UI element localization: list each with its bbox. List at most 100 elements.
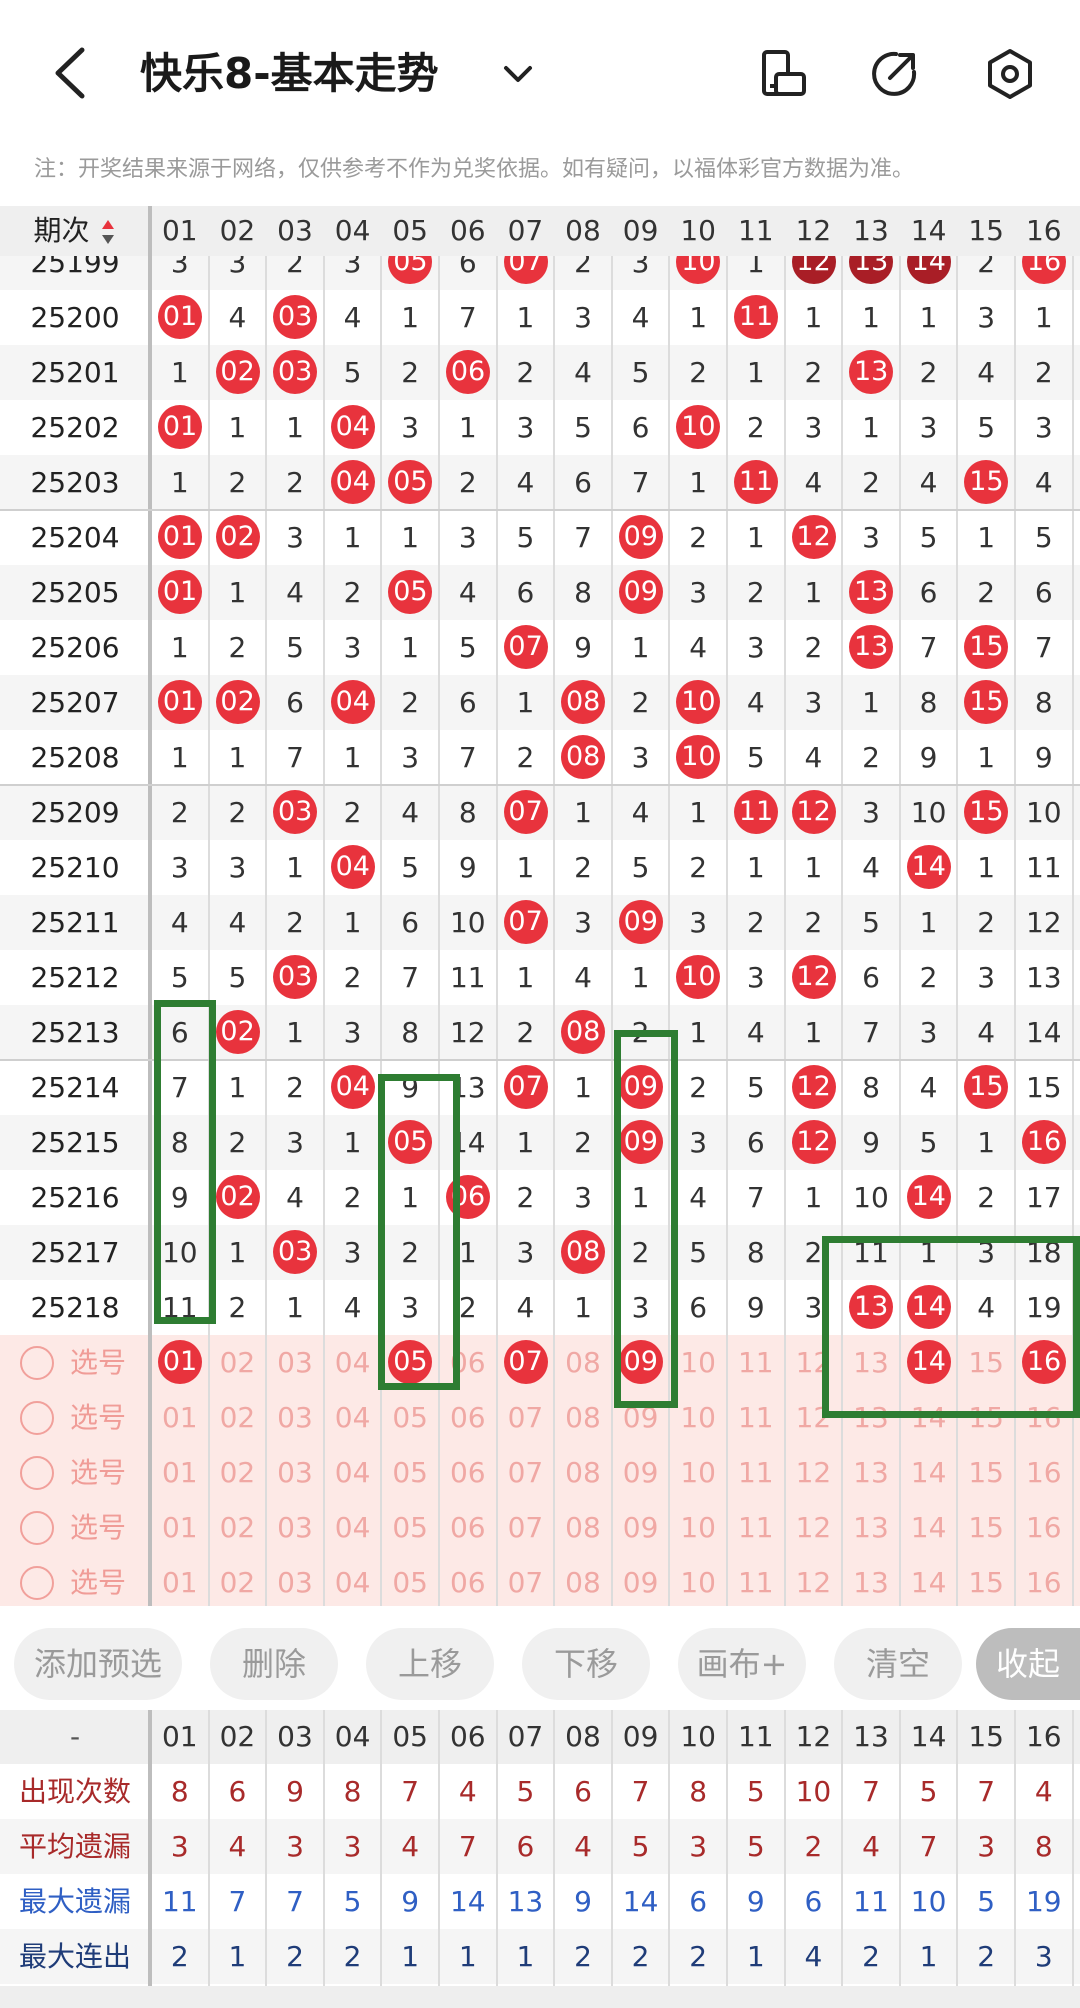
pick-08[interactable]: 08 <box>554 1500 612 1555</box>
drawn-ball[interactable]: 01 <box>158 295 202 339</box>
drawn-ball[interactable]: 02 <box>215 515 260 559</box>
pick-08[interactable]: 08 <box>554 1445 612 1500</box>
selection-toggle[interactable]: 选号 <box>0 1500 150 1555</box>
drawn-ball[interactable]: 01 <box>158 570 202 614</box>
drawn-ball[interactable]: 15 <box>964 460 1009 504</box>
pick-10[interactable]: 10 <box>669 1335 727 1390</box>
drawn-ball[interactable]: 11 <box>734 295 778 339</box>
pick-04[interactable]: 04 <box>324 1555 382 1606</box>
drawn-ball[interactable]: 04 <box>330 845 375 889</box>
pick-16[interactable]: 16 <box>1015 1555 1073 1606</box>
drawn-ball[interactable]: 04 <box>330 680 375 724</box>
pick-12[interactable]: 12 <box>785 1500 843 1555</box>
drawn-ball[interactable]: 14 <box>906 256 951 284</box>
drawn-ball[interactable]: 13 <box>849 256 894 284</box>
pick-16[interactable]: 16 <box>1015 1500 1073 1555</box>
pick-12[interactable]: 12 <box>785 1445 843 1500</box>
drawn-ball[interactable]: 07 <box>503 1065 548 1109</box>
pick-06[interactable]: 06 <box>439 1390 497 1445</box>
pick-02[interactable]: 02 <box>209 1335 267 1390</box>
delete-button[interactable]: 删除 <box>210 1628 338 1700</box>
pick-10[interactable]: 10 <box>669 1500 727 1555</box>
drawn-ball[interactable]: 12 <box>791 256 836 284</box>
drawn-ball[interactable]: 15 <box>964 625 1009 669</box>
pick-14[interactable]: 14 <box>900 1500 958 1555</box>
pick-07[interactable]: 07 <box>497 1500 555 1555</box>
pick-01[interactable]: 01 <box>151 1555 209 1606</box>
drawn-ball[interactable]: 01 <box>158 405 202 449</box>
drawn-ball[interactable]: 14 <box>906 845 951 889</box>
pick-06[interactable]: 06 <box>439 1500 497 1555</box>
pick-10[interactable]: 10 <box>669 1445 727 1500</box>
picked-ball[interactable]: 07 <box>503 1340 548 1384</box>
pick-08[interactable]: 08 <box>554 1555 612 1606</box>
pick-05[interactable]: 05 <box>381 1500 439 1555</box>
drawn-ball[interactable]: 13 <box>849 625 894 669</box>
radio-circle-icon[interactable] <box>20 1456 54 1490</box>
back-button[interactable] <box>46 40 106 106</box>
pick-11[interactable]: 11 <box>727 1335 785 1390</box>
drawn-ball[interactable]: 16 <box>1022 256 1066 284</box>
drawn-ball[interactable]: 09 <box>618 570 663 614</box>
pick-08[interactable]: 08 <box>554 1335 612 1390</box>
drawn-ball[interactable]: 10 <box>676 256 721 284</box>
drawn-ball[interactable]: 05 <box>388 570 433 614</box>
pick-01[interactable]: 01 <box>151 1445 209 1500</box>
drawn-ball[interactable]: 15 <box>964 790 1009 834</box>
drawn-ball[interactable]: 04 <box>330 1065 375 1109</box>
drawn-ball[interactable]: 15 <box>964 680 1009 724</box>
drawn-ball[interactable]: 11 <box>734 790 778 834</box>
pick-03[interactable]: 03 <box>266 1335 324 1390</box>
drawn-ball[interactable]: 08 <box>561 1010 606 1054</box>
drawn-ball[interactable]: 04 <box>330 460 375 504</box>
drawn-ball[interactable]: 03 <box>273 1230 318 1274</box>
drawn-ball[interactable]: 01 <box>158 515 202 559</box>
pick-15[interactable]: 15 <box>957 1500 1015 1555</box>
drawn-ball[interactable]: 05 <box>388 256 433 284</box>
radio-circle-icon[interactable] <box>20 1511 54 1545</box>
selection-toggle[interactable]: 选号 <box>0 1555 150 1606</box>
drawn-ball[interactable]: 08 <box>561 680 606 724</box>
pick-02[interactable]: 02 <box>209 1555 267 1606</box>
drawn-ball[interactable]: 10 <box>676 735 721 779</box>
pick-09[interactable]: 09 <box>612 1445 670 1500</box>
drawn-ball[interactable]: 15 <box>964 1065 1009 1109</box>
radio-circle-icon[interactable] <box>20 1566 54 1600</box>
pick-01[interactable]: 01 <box>151 1500 209 1555</box>
drawn-ball[interactable]: 08 <box>561 1230 606 1274</box>
drawn-ball[interactable]: 11 <box>734 460 778 504</box>
pick-07[interactable]: 07 <box>497 1335 555 1390</box>
drawn-ball[interactable]: 07 <box>503 900 548 944</box>
drawn-ball[interactable]: 12 <box>791 790 836 834</box>
drawn-ball[interactable]: 12 <box>791 1120 836 1164</box>
drawn-ball[interactable]: 13 <box>849 350 894 394</box>
drawn-ball[interactable]: 10 <box>676 955 721 999</box>
add-preselect-button[interactable]: 添加预选 <box>14 1628 182 1700</box>
pick-10[interactable]: 10 <box>669 1390 727 1445</box>
drawn-ball[interactable]: 07 <box>503 256 548 284</box>
drawn-ball[interactable]: 09 <box>618 515 663 559</box>
pick-14[interactable]: 14 <box>900 1445 958 1500</box>
share-button[interactable] <box>866 46 922 102</box>
pick-04[interactable]: 04 <box>324 1390 382 1445</box>
drawn-ball[interactable]: 07 <box>503 790 548 834</box>
pick-02[interactable]: 02 <box>209 1390 267 1445</box>
page-title[interactable]: 快乐8-基本走势 <box>140 44 439 104</box>
period-sort-header[interactable]: 期次 <box>0 206 150 256</box>
drawn-ball[interactable]: 03 <box>273 295 318 339</box>
pick-03[interactable]: 03 <box>266 1555 324 1606</box>
drawn-ball[interactable]: 10 <box>676 680 721 724</box>
selection-toggle[interactable]: 选号 <box>0 1445 150 1500</box>
drawn-ball[interactable]: 04 <box>330 405 375 449</box>
pick-09[interactable]: 09 <box>612 1500 670 1555</box>
drawn-ball[interactable]: 08 <box>561 735 606 779</box>
pick-16[interactable]: 16 <box>1015 1445 1073 1500</box>
pick-05[interactable]: 05 <box>381 1390 439 1445</box>
move-up-button[interactable]: 上移 <box>366 1628 494 1700</box>
pick-01[interactable]: 01 <box>151 1390 209 1445</box>
radio-circle-icon[interactable] <box>20 1346 54 1380</box>
pick-11[interactable]: 11 <box>727 1555 785 1606</box>
radio-circle-icon[interactable] <box>20 1401 54 1435</box>
drawn-ball[interactable]: 02 <box>215 350 260 394</box>
pick-06[interactable]: 06 <box>439 1445 497 1500</box>
